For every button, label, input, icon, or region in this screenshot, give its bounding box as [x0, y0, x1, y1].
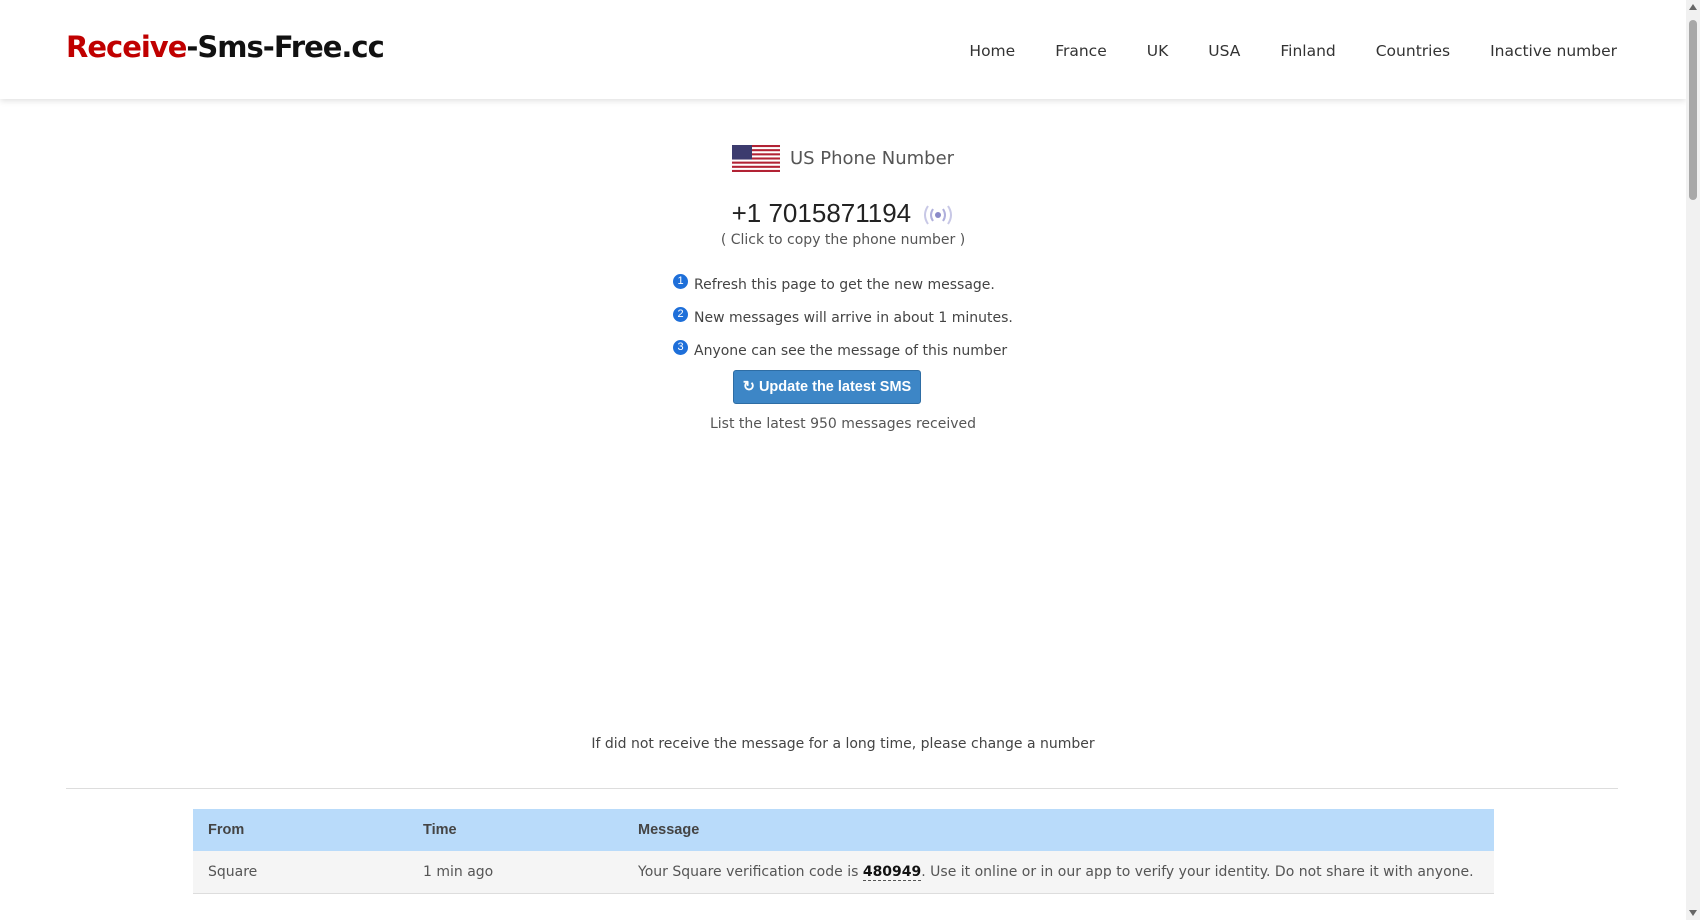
logo-part-red: Receive	[66, 30, 187, 64]
message-text-post: . Use it online or in our app to verify …	[921, 864, 1474, 880]
section-divider	[66, 788, 1618, 789]
page-scrollbar[interactable]	[1686, 0, 1700, 920]
update-button-label: Update the latest SMS	[758, 379, 912, 395]
column-header-from: From	[193, 809, 408, 851]
tip-number-badge: 2	[673, 307, 688, 322]
nav-inactive-number[interactable]: Inactive number	[1490, 42, 1617, 60]
scroll-up-arrow-icon[interactable]	[1689, 4, 1697, 10]
copy-hint[interactable]: ( Click to copy the phone number )	[0, 232, 1686, 248]
top-navbar: Receive-Sms-Free.cc Home France UK USA F…	[0, 0, 1686, 99]
phone-number[interactable]: +1 7015871194	[0, 198, 1686, 229]
broadcast-icon	[924, 205, 953, 225]
nav-uk[interactable]: UK	[1147, 42, 1169, 60]
verification-code[interactable]: 480949	[862, 864, 922, 881]
tip-text: Refresh this page to get the new message…	[694, 276, 995, 293]
us-flag-icon	[731, 145, 780, 172]
tip-number-badge: 3	[673, 340, 688, 355]
table-header-row: From Time Message	[193, 809, 1494, 851]
sms-table: From Time Message Square 1 min ago Your …	[193, 809, 1494, 894]
message-text-pre: Your Square verification code is	[638, 864, 863, 880]
tip-text: Anyone can see the message of this numbe…	[694, 342, 1008, 359]
column-header-time: Time	[408, 809, 623, 851]
nav-usa[interactable]: USA	[1208, 42, 1240, 60]
phone-number-text[interactable]: +1 7015871194	[732, 198, 912, 228]
main-nav: Home France UK USA Finland Countries Ina…	[929, 42, 1617, 60]
scroll-down-arrow-icon[interactable]	[1689, 910, 1697, 916]
change-number-hint: If did not receive the message for a lon…	[591, 736, 1095, 752]
tip-number-badge: 1	[673, 274, 688, 289]
nav-finland[interactable]: Finland	[1280, 42, 1335, 60]
country-label: US Phone Number	[789, 148, 955, 169]
cell-from: Square	[193, 851, 408, 894]
scrollbar-thumb[interactable]	[1689, 20, 1697, 200]
tips-list: 1 Refresh this page to get the new messa…	[673, 268, 1013, 367]
column-header-message: Message	[623, 809, 1494, 851]
site-logo[interactable]: Receive-Sms-Free.cc	[66, 30, 385, 64]
cell-time: 1 min ago	[408, 851, 623, 894]
table-row: Square 1 min ago Your Square verificatio…	[193, 851, 1494, 894]
tip-item: 3 Anyone can see the message of this num…	[673, 334, 1013, 367]
nav-home[interactable]: Home	[969, 42, 1015, 60]
update-latest-sms-button[interactable]: ↻ Update the latest SMS	[733, 370, 921, 404]
logo-part-black: -Sms-Free.cc	[186, 30, 384, 64]
message-count-text: List the latest 950 messages received	[709, 416, 977, 432]
tip-text: New messages will arrive in about 1 minu…	[694, 309, 1013, 326]
refresh-icon: ↻	[742, 379, 755, 395]
cell-message: Your Square verification code is 480949.…	[623, 851, 1494, 894]
tip-item: 1 Refresh this page to get the new messa…	[673, 268, 1013, 301]
nav-france[interactable]: France	[1055, 42, 1107, 60]
nav-countries[interactable]: Countries	[1376, 42, 1450, 60]
country-heading: US Phone Number	[0, 145, 1686, 172]
tip-item: 2 New messages will arrive in about 1 mi…	[673, 301, 1013, 334]
